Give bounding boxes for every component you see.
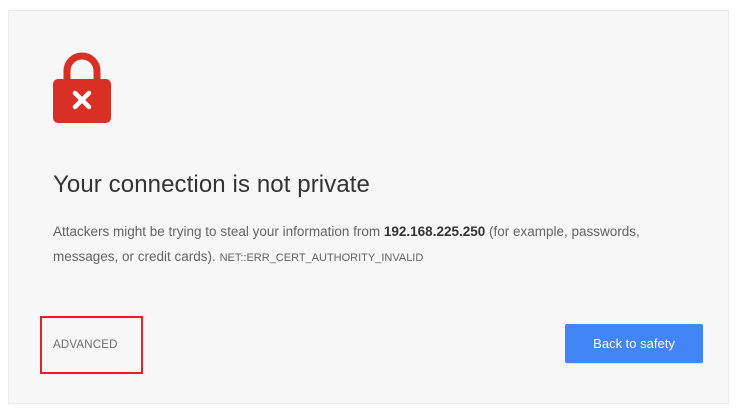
interstitial-panel: Your connection is not private Attackers…	[8, 10, 729, 404]
back-to-safety-button[interactable]: Back to safety	[565, 324, 703, 363]
page-title: Your connection is not private	[53, 171, 370, 198]
description-text: Attackers might be trying to steal your …	[53, 224, 384, 239]
error-description: Attackers might be trying to steal your …	[53, 219, 703, 271]
advanced-button[interactable]: ADVANCED	[40, 316, 143, 374]
host-address: 192.168.225.250	[383, 224, 486, 239]
error-code: NET::ERR_CERT_AUTHORITY_INVALID	[219, 252, 424, 264]
lock-error-icon	[53, 52, 111, 123]
